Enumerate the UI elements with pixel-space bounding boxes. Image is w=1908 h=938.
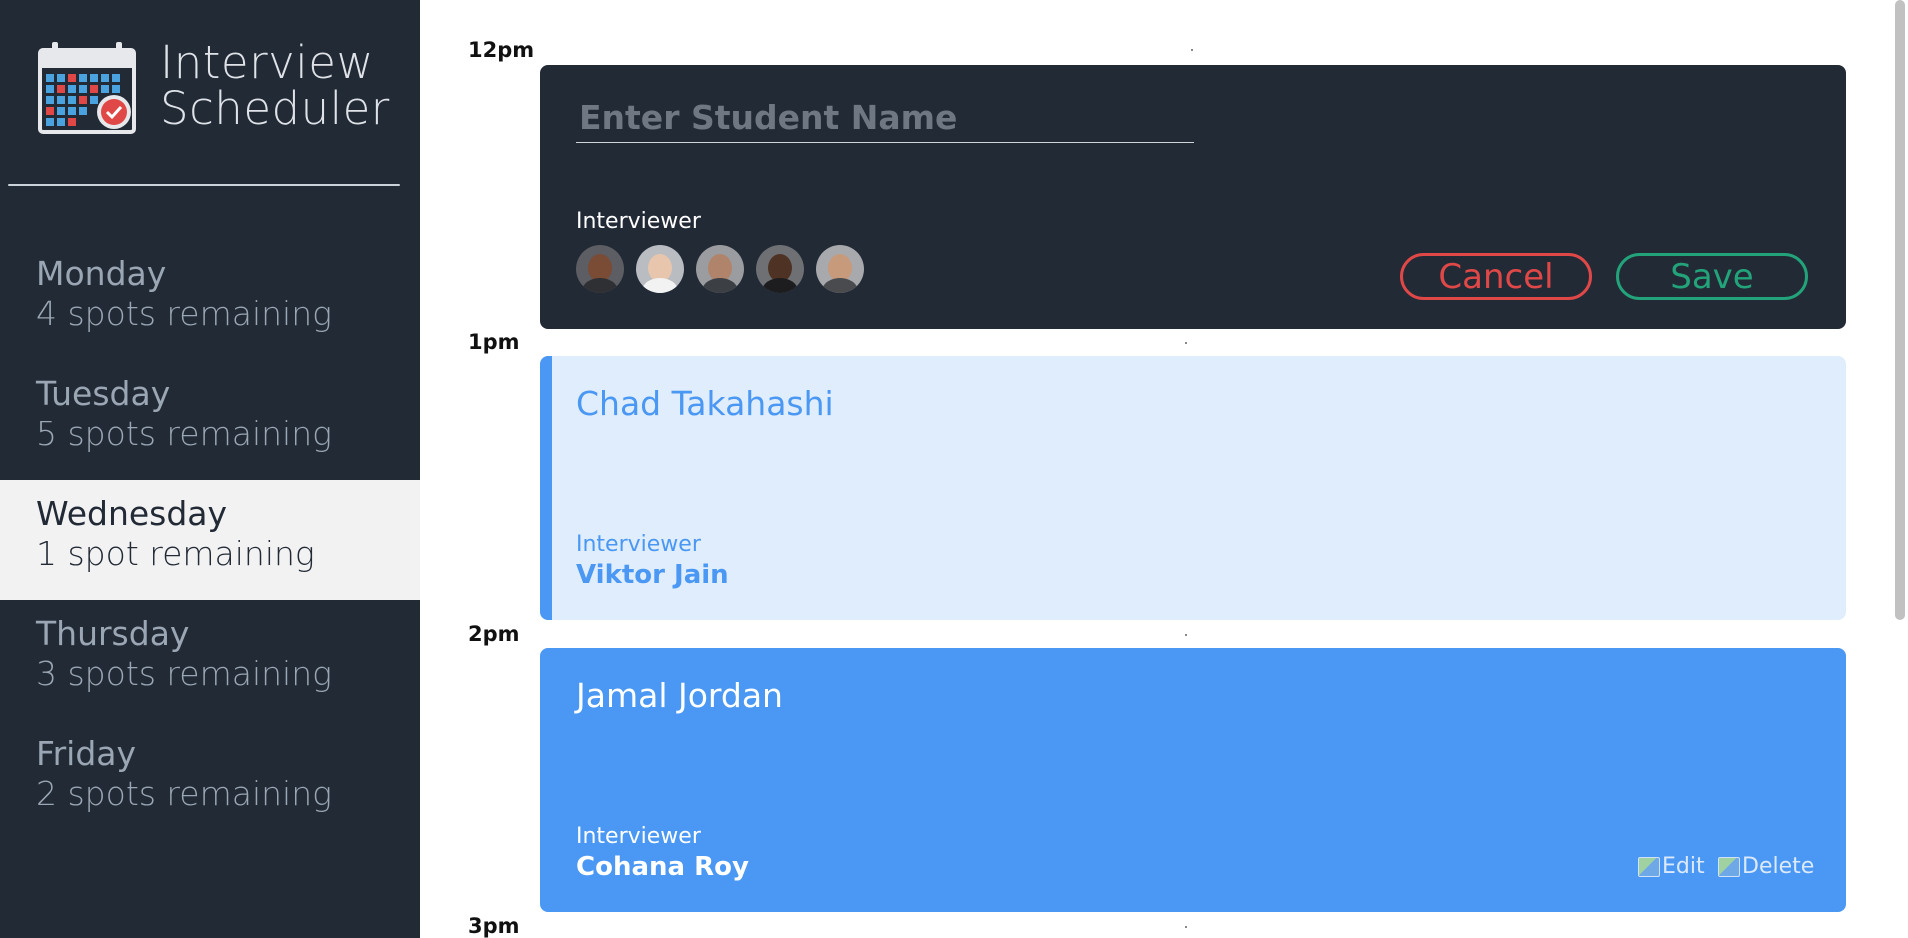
interviewer-list [576,245,864,293]
interviewer-avatar-5[interactable] [816,245,864,293]
interviewer-avatar-4[interactable] [756,245,804,293]
time-label: 12pm [468,38,535,62]
interviewer-avatar-1[interactable] [576,245,624,293]
day-spots: 3 spots remaining [36,654,332,693]
time-separator [1185,634,1187,636]
day-spots: 5 spots remaining [36,414,332,453]
day-spots: 2 spots remaining [36,774,332,813]
interviewer-avatar-2[interactable] [636,245,684,293]
time-separator [1191,49,1193,51]
appointment-card[interactable]: Jamal Jordan Interviewer Cohana Roy Edit… [540,648,1846,912]
day-spots: 1 spot remaining [36,534,315,573]
day-item-tuesday[interactable]: Tuesday 5 spots remaining [0,360,420,480]
time-separator [1185,926,1187,928]
day-name: Tuesday [36,374,171,413]
day-name: Wednesday [36,494,228,533]
interviewer-name: Viktor Jain [576,560,729,590]
day-name: Thursday [36,614,190,653]
appointment-card[interactable]: Chad Takahashi Interviewer Viktor Jain [540,356,1846,620]
sidebar-divider [8,184,400,186]
day-item-wednesday[interactable]: Wednesday 1 spot remaining [0,480,420,600]
student-name: Jamal Jordan [576,676,783,715]
save-button[interactable]: Save [1616,253,1808,300]
interviewer-avatar-3[interactable] [696,245,744,293]
app-title: Interview Scheduler [160,36,390,135]
schedule: 12pm 1pm 2pm 3pm Interviewer Cancel [420,0,1890,938]
interviewer-label: Interviewer [576,209,701,234]
time-label: 2pm [468,622,520,646]
day-spots: 4 spots remaining [36,294,332,333]
day-name: Friday [36,734,137,773]
edit-icon [1638,856,1660,877]
cancel-button[interactable]: Cancel [1400,253,1592,300]
interviewer-label: Interviewer [576,824,701,849]
day-name: Monday [36,254,167,293]
appointment-form: Interviewer Cancel Save [540,65,1846,329]
time-label: 3pm [468,914,520,938]
student-name: Chad Takahashi [576,384,834,423]
sidebar: Interview Scheduler Monday 4 spots remai… [0,0,420,938]
day-item-monday[interactable]: Monday 4 spots remaining [0,240,420,360]
student-name-input[interactable] [576,93,1194,143]
time-label: 1pm [468,330,520,354]
day-item-friday[interactable]: Friday 2 spots remaining [0,720,420,840]
scrollbar-thumb[interactable] [1895,0,1905,620]
interviewer-name: Cohana Roy [576,852,749,882]
time-separator [1185,342,1187,344]
day-item-thursday[interactable]: Thursday 3 spots remaining [0,600,420,720]
delete-icon [1718,856,1740,877]
calendar-logo-icon [38,42,136,134]
interviewer-label: Interviewer [576,532,701,557]
day-list: Monday 4 spots remaining Tuesday 5 spots… [0,240,420,840]
delete-button[interactable]: Delete [1718,854,1814,879]
edit-button[interactable]: Edit [1638,854,1705,879]
